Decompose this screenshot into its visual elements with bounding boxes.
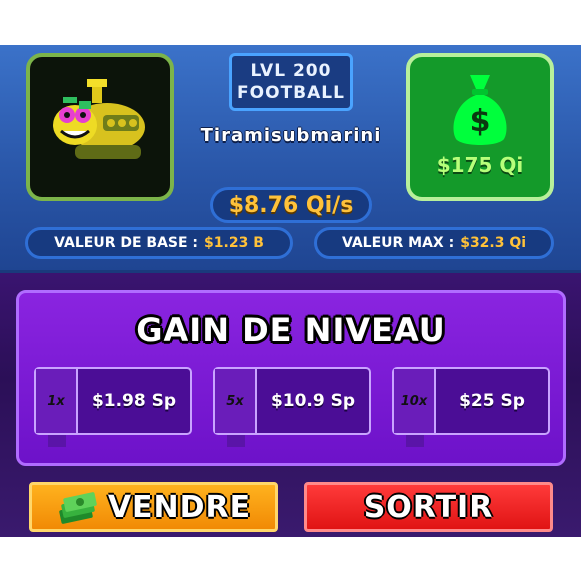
upgrade-5x-button[interactable]: 5x $10.9 Sp [213, 367, 371, 447]
max-value-pill: VALEUR MAX : $32.3 Qi [314, 227, 554, 259]
base-value-label: VALEUR DE BASE : [54, 235, 199, 251]
pet-portrait [26, 53, 174, 201]
multiplier-label: 10x [394, 369, 436, 433]
multiplier-label: 5x [215, 369, 257, 433]
max-value: $32.3 Qi [460, 235, 527, 251]
button-tab [406, 435, 424, 447]
button-tab [48, 435, 66, 447]
base-value-pill: VALEUR DE BASE : $1.23 B [25, 227, 293, 259]
max-value-label: VALEUR MAX : [341, 235, 455, 251]
exit-button[interactable]: SORTIR [304, 482, 553, 532]
sell-label: VENDRE [107, 489, 252, 525]
base-value: $1.23 B [204, 235, 264, 251]
cash-stack-icon [59, 492, 97, 524]
money-bag-icon: $ [453, 75, 507, 145]
pet-upgrade-screen: LVL 200 FOOTBALL Tiramisubmarini $ $175 … [0, 45, 581, 537]
level-up-title: GAIN DE NIVEAU [136, 311, 446, 349]
upgrade-1x-button[interactable]: 1x $1.98 Sp [34, 367, 192, 447]
money-amount: $175 Qi [436, 153, 524, 177]
exit-label: SORTIR [363, 489, 494, 525]
level-badge: LVL 200 FOOTBALL [229, 53, 353, 111]
button-tab [227, 435, 245, 447]
money-balance: $ $175 Qi [406, 53, 554, 201]
upgrade-10x-button[interactable]: 10x $25 Sp [392, 367, 550, 447]
upgrade-price: $1.98 Sp [91, 391, 177, 411]
mutation-text: FOOTBALL [237, 83, 345, 103]
upgrade-price: $10.9 Sp [270, 391, 356, 411]
multiplier-label: 1x [36, 369, 78, 433]
pet-info-panel: LVL 200 FOOTBALL Tiramisubmarini $ $175 … [0, 45, 581, 273]
submarine-pet-icon [53, 79, 145, 159]
sell-button[interactable]: VENDRE [29, 482, 278, 532]
upgrade-price: $25 Sp [459, 391, 525, 411]
income-rate: $8.76 Qi/s [210, 187, 372, 223]
pet-name: Tiramisubmarini [200, 125, 382, 146]
level-up-panel: GAIN DE NIVEAU 1x $1.98 Sp 5x $10.9 Sp 1… [16, 290, 566, 466]
level-text: LVL 200 [250, 61, 332, 81]
svg-text:$: $ [470, 104, 491, 139]
